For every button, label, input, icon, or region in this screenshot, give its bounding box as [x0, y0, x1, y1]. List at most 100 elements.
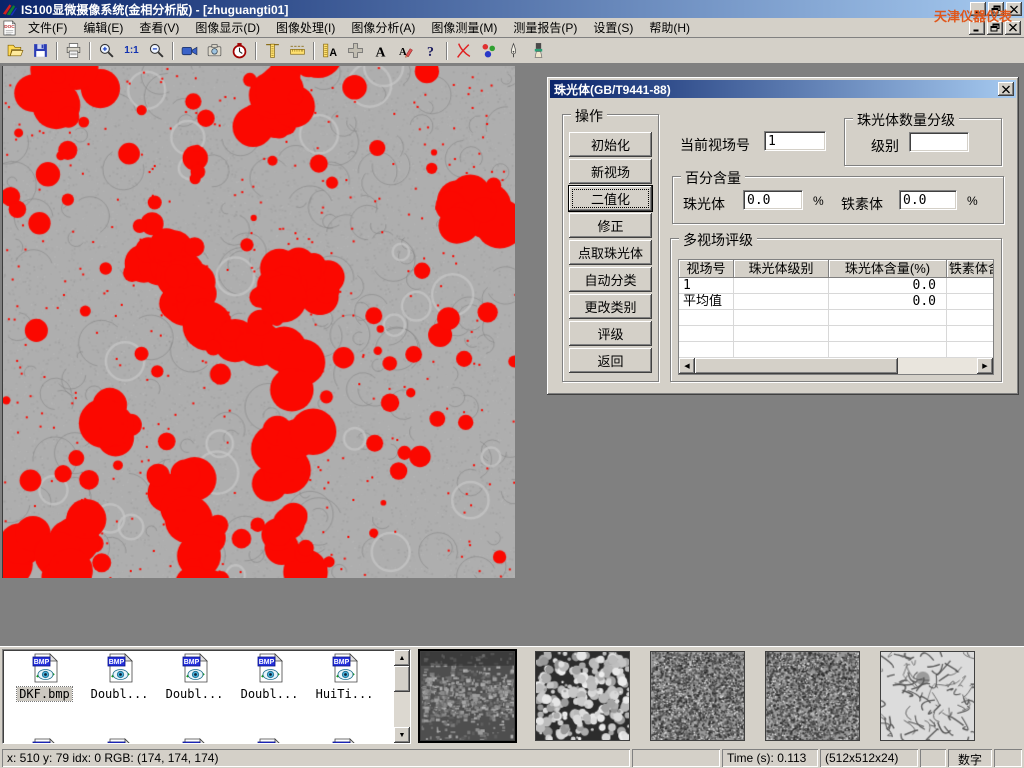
menubar-item-4[interactable]: 图像处理(I) — [268, 17, 343, 38]
file-item[interactable]: BMP — [307, 738, 382, 744]
toolbar-open-file-button[interactable] — [3, 40, 28, 62]
app-icon[interactable] — [2, 1, 18, 17]
file-item[interactable]: BMPDoubl... — [232, 653, 307, 701]
ferrite-percent-input[interactable] — [899, 190, 957, 210]
svg-text:A: A — [329, 47, 337, 59]
table-cell — [947, 342, 994, 357]
pearlite-dialog: 珠光体(GB/T9441-88) 操作 初始化新视场二值化修正点取珠光体自动分类… — [547, 77, 1019, 395]
toolbar-measure-label-button[interactable]: A — [318, 40, 343, 62]
file-list-scrollbar[interactable]: ▲ ▼ — [394, 650, 410, 743]
op-change-class-button[interactable]: 更改类别 — [569, 294, 652, 319]
save-file-icon — [32, 42, 49, 59]
file-item[interactable]: BMPDKF.bmp — [7, 653, 82, 701]
scroll-down-button[interactable]: ▼ — [394, 727, 410, 743]
menubar-item-8[interactable]: 设置(S) — [585, 17, 641, 38]
toolbar-separator — [255, 42, 257, 60]
toolbar-timer-button[interactable] — [227, 40, 252, 62]
dialog-body: 操作 初始化新视场二值化修正点取珠光体自动分类更改类别评级返回 当前视场号 珠光… — [550, 98, 1016, 392]
toolbar-grid-select-button[interactable] — [343, 40, 368, 62]
op-grade-button[interactable]: 评级 — [569, 321, 652, 346]
bmp-file-icon: BMP — [107, 653, 133, 686]
op-correct-button[interactable]: 修正 — [569, 213, 652, 238]
toolbar-video-capture-button[interactable] — [177, 40, 202, 62]
file-name: Doubl... — [89, 687, 151, 701]
scroll-left-button[interactable]: ◀ — [679, 358, 695, 374]
toolbar-caliper-measure-button[interactable] — [260, 40, 285, 62]
table-row: 10.0 — [679, 278, 993, 294]
bmp-file-icon: BMP — [32, 653, 58, 686]
scroll-thumb[interactable] — [695, 358, 898, 374]
document-system-icon[interactable]: DOC — [2, 20, 18, 36]
menubar-item-6[interactable]: 图像测量(M) — [423, 17, 505, 38]
op-binarize-button[interactable]: 二值化 — [569, 186, 652, 211]
toolbar-text-annotation-button[interactable]: A — [368, 40, 393, 62]
toolbar-paint-tool-button[interactable] — [526, 40, 551, 62]
thumbnail-2[interactable] — [535, 651, 630, 741]
toolbar-pick-tool-button[interactable] — [501, 40, 526, 62]
scroll-up-button[interactable]: ▲ — [394, 650, 410, 666]
menubar-item-9[interactable]: 帮助(H) — [641, 17, 698, 38]
table-row — [679, 342, 993, 358]
current-view-label: 当前视场号 — [680, 135, 750, 155]
menubar-item-0[interactable]: 文件(F) — [20, 17, 75, 38]
toolbar-camera-capture-button[interactable] — [202, 40, 227, 62]
table-cell — [947, 326, 994, 341]
toolbar-print-button[interactable] — [61, 40, 86, 62]
edit-annotation-icon: A — [397, 42, 414, 59]
status-time: Time (s): 0.113 — [722, 749, 818, 767]
menubar-item-3[interactable]: 图像显示(D) — [187, 17, 268, 38]
pearlite-percent-input[interactable] — [743, 190, 803, 210]
grade-input[interactable] — [909, 132, 969, 152]
dialog-close-button[interactable] — [998, 82, 1014, 96]
thumbnail-3[interactable] — [650, 651, 745, 741]
menubar-item-1[interactable]: 编辑(E) — [75, 17, 131, 38]
table-horizontal-scrollbar[interactable]: ◀ ▶ — [679, 358, 993, 374]
toolbar-save-file-button[interactable] — [28, 40, 53, 62]
op-initialize-button[interactable]: 初始化 — [569, 132, 652, 157]
toolbar-zoom-out-button[interactable] — [144, 40, 169, 62]
operations-group: 操作 初始化新视场二值化修正点取珠光体自动分类更改类别评级返回 — [562, 114, 659, 382]
file-item[interactable]: BMPDoubl... — [82, 653, 157, 701]
op-auto-classify-button[interactable]: 自动分类 — [569, 267, 652, 292]
svg-text:?: ? — [427, 44, 434, 59]
op-new-field-button[interactable]: 新视场 — [569, 159, 652, 184]
thumbnail-1[interactable] — [420, 651, 515, 741]
file-scroll-track[interactable] — [394, 692, 410, 727]
file-scroll-thumb[interactable] — [394, 666, 410, 692]
op-pick-pearlite-button[interactable]: 点取珠光体 — [569, 240, 652, 265]
bmp-file-icon: BMP — [182, 738, 208, 744]
file-item[interactable]: BMP — [7, 738, 82, 744]
op-return-button[interactable]: 返回 — [569, 348, 652, 373]
title-bar: IS100显微摄像系统(金相分析版) - [zhuguangti01] — [0, 0, 1024, 18]
file-item[interactable]: BMP — [82, 738, 157, 744]
toolbar-edit-annotation-button[interactable]: A — [393, 40, 418, 62]
menubar-item-5[interactable]: 图像分析(A) — [343, 17, 423, 38]
menubar-item-2[interactable]: 查看(V) — [131, 17, 187, 38]
scroll-track[interactable] — [695, 358, 977, 374]
toolbar-curve-tool-button[interactable] — [451, 40, 476, 62]
toolbar-classify-points-button[interactable] — [476, 40, 501, 62]
ferrite-label: 铁素体 — [841, 194, 883, 214]
pick-tool-icon — [505, 42, 522, 59]
thumbnail-5[interactable] — [880, 651, 975, 741]
table-row — [679, 310, 993, 326]
status-spacer — [920, 749, 946, 767]
toolbar-actual-size-button[interactable]: 1:1 — [119, 40, 144, 62]
grade-label: 级别 — [871, 136, 899, 156]
scroll-right-button[interactable]: ▶ — [977, 358, 993, 374]
thumbnail-4[interactable] — [765, 651, 860, 741]
specimen-image[interactable] — [2, 66, 515, 578]
table-cell: 0.0 — [829, 294, 947, 309]
toolbar-ruler-measure-button[interactable] — [285, 40, 310, 62]
file-item[interactable]: BMP — [157, 738, 232, 744]
toolbar-help-button[interactable]: ? — [418, 40, 443, 62]
file-item[interactable]: BMP — [232, 738, 307, 744]
status-bar: x: 510 y: 79 idx: 0 RGB: (174, 174, 174)… — [0, 747, 1024, 768]
actual-size-icon: 1:1 — [124, 45, 138, 56]
current-view-input[interactable] — [764, 131, 826, 151]
menubar-item-7[interactable]: 测量报告(P) — [505, 17, 585, 38]
table-body: 10.0平均值0.0 — [679, 278, 993, 358]
file-item[interactable]: BMPHuiTi... — [307, 653, 382, 701]
toolbar-zoom-in-button[interactable] — [94, 40, 119, 62]
file-item[interactable]: BMPDoubl... — [157, 653, 232, 701]
